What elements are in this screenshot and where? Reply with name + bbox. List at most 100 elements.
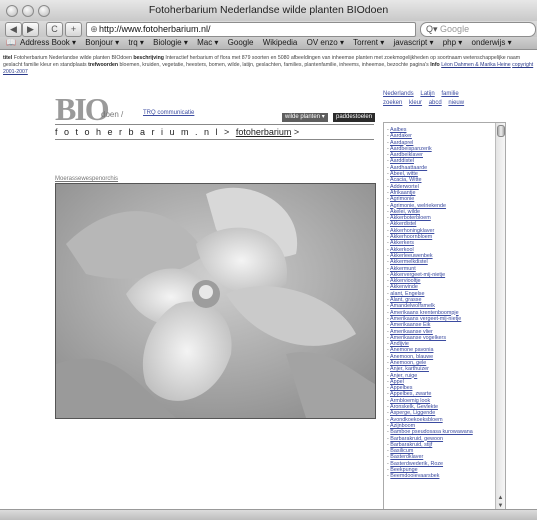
plant-link[interactable]: Acacia, Witte	[390, 177, 421, 183]
nav-paddestoelen[interactable]: paddestoelen	[333, 113, 376, 122]
reload-button[interactable]: C	[46, 22, 63, 37]
plant-link[interactable]: Akkerhoningklaver	[390, 228, 434, 234]
plant-link[interactable]: Appelbes, zwarte	[390, 391, 431, 397]
link-latijn[interactable]: Latijn	[420, 91, 434, 97]
plant-link[interactable]: Akkermunt	[390, 266, 416, 272]
plant-link[interactable]: Aalbes	[390, 127, 406, 133]
plant-link[interactable]: Amerikaanse vogelkers	[390, 335, 446, 341]
bookmark-item[interactable]: Mac ▾	[197, 38, 218, 47]
plant-link[interactable]: Amerikaanse vlier	[390, 329, 433, 335]
bookmark-item[interactable]: Torrent ▾	[353, 38, 384, 47]
plant-list-item[interactable]: Beemdooievaarsbek	[387, 473, 493, 479]
plant-link[interactable]: Akkerviooltje	[390, 278, 421, 284]
plant-link[interactable]: Barbarakruid, gewoon	[390, 436, 443, 442]
url-field[interactable]: ⊕http://www.fotoherbarium.nl/	[86, 22, 416, 37]
plant-link[interactable]: Afrikaantje	[390, 190, 415, 196]
plant-link[interactable]: Basterdwederik, Roze	[390, 461, 443, 467]
plant-link[interactable]: Appelbes	[390, 385, 412, 391]
plant-link[interactable]: Aardbeiklaver	[390, 152, 423, 158]
plant-link[interactable]: Beemdooievaarsbek	[390, 473, 439, 479]
bookmark-item[interactable]: onderwijs ▾	[472, 38, 512, 47]
trq-link[interactable]: TRQ communicatie	[143, 110, 194, 116]
orchid-photo[interactable]	[55, 183, 376, 419]
plant-link[interactable]: Anemoon, gele	[390, 360, 426, 366]
link-abcd[interactable]: abcd	[429, 100, 442, 106]
plant-link[interactable]: Amandelwolfsmelk	[390, 303, 435, 309]
plant-link[interactable]: Basilicum	[390, 448, 413, 454]
plant-link[interactable]: Amerikaanse Eik	[390, 322, 430, 328]
search-icon: Q▾	[426, 24, 438, 34]
list-scrollbar[interactable]: ▲ ▼	[495, 123, 505, 513]
search-field[interactable]: Q▾ Google	[420, 22, 536, 37]
plant-link[interactable]: Akkermelkdistel	[390, 259, 428, 265]
bookmark-item[interactable]: Biologie ▾	[153, 38, 188, 47]
plant-link[interactable]: Armbloemig look	[390, 398, 430, 404]
plant-list-box[interactable]: AalbesAardakerAardaprelAardbeispanzerikA…	[383, 122, 506, 514]
breadcrumb-link[interactable]: fotoherbarium	[236, 127, 292, 137]
plant-link[interactable]: Basterdklaver	[390, 454, 423, 460]
add-bookmark-button[interactable]: +	[65, 22, 82, 37]
plant-link[interactable]: Anemone pavonia	[390, 347, 433, 353]
plant-link[interactable]: Akelei, wilde	[390, 209, 420, 215]
plant-link[interactable]: Anjer, ruige	[390, 373, 417, 379]
plant-link[interactable]: Azijnboom	[390, 423, 415, 429]
plant-link[interactable]: Barbarakruid, stijf	[390, 442, 432, 448]
plant-link[interactable]: Bamboe pseudosasa kurowawana	[390, 429, 472, 435]
plant-link[interactable]: Aardaker	[390, 133, 412, 139]
link-familie[interactable]: familie	[441, 91, 458, 97]
link-kleur[interactable]: kleur	[409, 100, 422, 106]
plant-link[interactable]: Asperge, Liggende	[390, 410, 435, 416]
photo-caption[interactable]: Moerassewespenorchis	[55, 176, 118, 182]
plant-link[interactable]: Akkerhoornbloem	[390, 234, 432, 240]
plant-link[interactable]: Aardhaattaarde	[390, 165, 427, 171]
plant-link[interactable]: Akkerkool	[390, 247, 414, 253]
scroll-up-arrow[interactable]: ▲	[497, 495, 504, 501]
plant-link[interactable]: Alant, grasse	[390, 297, 421, 303]
nav-wilde-planten[interactable]: wilde planten ▾	[282, 113, 328, 122]
search-placeholder: Google	[440, 24, 470, 34]
plant-link[interactable]: Aarddistel	[390, 158, 414, 164]
forward-button[interactable]: ▶	[22, 22, 39, 37]
plant-link[interactable]: Appel	[390, 379, 404, 385]
bookmark-item[interactable]: OV enzo ▾	[307, 38, 344, 47]
plant-link[interactable]: Anemoon, blauwe	[390, 354, 433, 360]
plant-link[interactable]: Akkerwinde	[390, 284, 418, 290]
plant-link[interactable]: alant, Engelse	[390, 291, 424, 297]
link-zoeken[interactable]: zoeken	[383, 100, 402, 106]
bookmark-item[interactable]: trq ▾	[128, 38, 144, 47]
plant-link[interactable]: Akkerboterbloem	[390, 215, 431, 221]
logo-suffix: doen /	[101, 110, 124, 119]
bookmark-item[interactable]: Wikipedia	[263, 38, 298, 47]
bookmark-item[interactable]: javascript ▾	[393, 38, 433, 47]
link-nieuw[interactable]: nieuw	[448, 100, 464, 106]
plant-link[interactable]: Adderwortel	[390, 184, 419, 190]
plant-link[interactable]: Abeel, witte	[390, 171, 418, 177]
plant-link[interactable]: Avondkoekoeksbloem	[390, 417, 443, 423]
book-icon[interactable]: 📖	[6, 38, 16, 47]
plant-link[interactable]: Akkerkers	[390, 240, 414, 246]
bio-logo[interactable]: BIO	[55, 91, 110, 128]
plant-link[interactable]: Beekpunge	[390, 467, 417, 473]
back-button[interactable]: ◀	[5, 22, 22, 37]
plant-link[interactable]: Andijvie	[390, 341, 409, 347]
authors-link[interactable]: Léon Dahmen & Marika Heine	[441, 62, 511, 68]
plant-link[interactable]: Akkerleeuwenbek	[390, 253, 433, 259]
plant-link[interactable]: Aardaprel	[390, 140, 413, 146]
plant-link[interactable]: Agrimonie, welriekende	[390, 203, 446, 209]
plant-link[interactable]: Akkerdistel	[390, 221, 416, 227]
bookmark-item[interactable]: Address Book ▾	[20, 38, 76, 47]
plant-link[interactable]: Agrimonie	[390, 196, 414, 202]
plant-link[interactable]: Aronskelk, Gevlekte	[390, 404, 438, 410]
window-title: Fotoherbarium Nederlandse wilde planten …	[148, 4, 389, 16]
bookmark-item[interactable]: php ▾	[443, 38, 463, 47]
link-nederlands[interactable]: Nederlands	[383, 91, 414, 97]
plant-link[interactable]: Aardbeispanzerik	[390, 146, 432, 152]
plant-link[interactable]: Akkervergeet-mij-nietje	[390, 272, 445, 278]
plant-list: AalbesAardakerAardaprelAardbeispanzerikA…	[387, 127, 493, 480]
plant-link[interactable]: Anjer, karthuizer	[390, 366, 429, 372]
plant-link[interactable]: Amerikaans krentenboompje	[390, 310, 459, 316]
bookmark-item[interactable]: Bonjour ▾	[85, 38, 119, 47]
bookmark-item[interactable]: Google	[228, 38, 254, 47]
plant-link[interactable]: Amerikaans vergeet-mij-nietje	[390, 316, 461, 322]
scroll-thumb[interactable]	[497, 125, 505, 137]
